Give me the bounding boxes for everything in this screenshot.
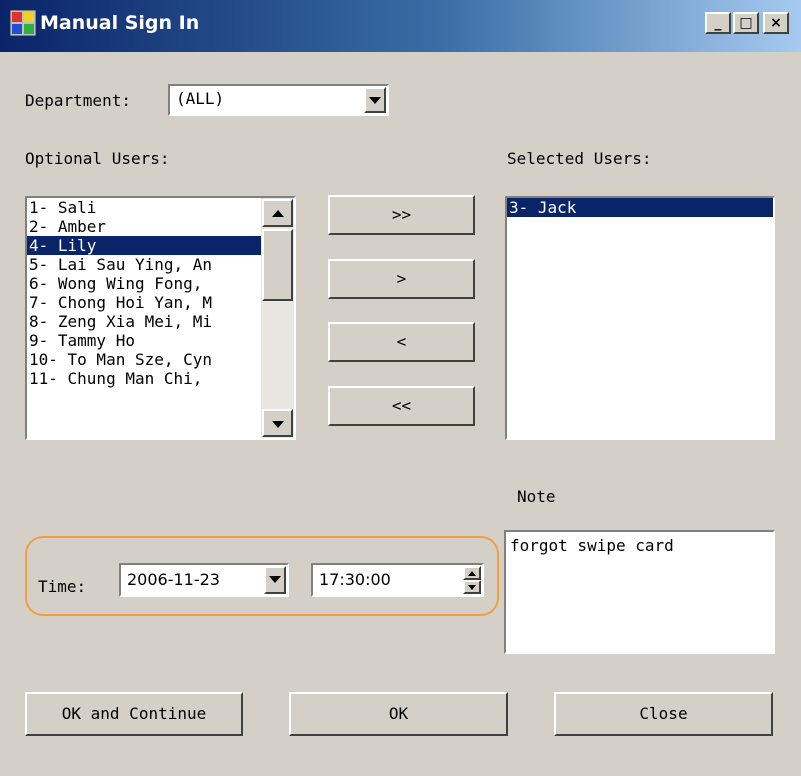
close-window-button[interactable]: × [763, 12, 789, 34]
scroll-down-button[interactable] [262, 409, 293, 437]
remove-button[interactable]: < [328, 322, 475, 362]
title-bar[interactable]: Manual Sign In _ □ × [0, 0, 801, 52]
maximize-button[interactable]: □ [733, 12, 759, 34]
department-label: Department: [25, 91, 131, 110]
minimize-icon: _ [714, 15, 722, 31]
list-item[interactable]: 5- Lai Sau Ying, An [27, 255, 261, 274]
list-item[interactable]: 10- To Man Sze, Cyn [27, 350, 261, 369]
list-item[interactable]: 6- Wong Wing Fong, [27, 274, 261, 293]
list-item[interactable]: 11- Chung Man Chi, [27, 369, 261, 388]
list-item[interactable]: 8- Zeng Xia Mei, Mi [27, 312, 261, 331]
department-dropdown[interactable]: (ALL) [168, 84, 389, 116]
scroll-thumb[interactable] [262, 229, 293, 301]
time-value: 17:30:00 [319, 570, 391, 589]
remove-label: < [396, 332, 407, 351]
date-picker[interactable]: 2006-11-23 [119, 563, 289, 597]
selected-users-items: 3- Jack [507, 198, 773, 217]
add-all-button[interactable]: >> [328, 195, 475, 235]
maximize-icon: □ [739, 15, 753, 31]
spin-down-icon [468, 585, 476, 590]
close-label: Close [639, 704, 688, 723]
scroll-up-button[interactable] [262, 199, 293, 227]
ok-and-continue-button[interactable]: OK and Continue [25, 692, 243, 736]
chevron-down-icon [272, 421, 284, 428]
chevron-down-icon [269, 576, 281, 583]
date-value: 2006-11-23 [127, 570, 220, 589]
ok-and-continue-label: OK and Continue [61, 704, 207, 723]
spin-up-icon [468, 571, 476, 576]
add-label: > [396, 269, 407, 288]
department-dropdown-button[interactable] [364, 87, 386, 113]
chevron-down-icon [369, 97, 381, 104]
time-decrement-button[interactable] [463, 580, 481, 594]
time-spinner[interactable]: 17:30:00 [311, 563, 484, 597]
ok-button[interactable]: OK [289, 692, 508, 736]
department-value: (ALL) [176, 89, 225, 108]
manual-sign-in-window: Manual Sign In _ □ × Department: (ALL) O… [0, 0, 801, 776]
optional-users-items: 1- Sali 2- Amber 4- Lily 5- Lai Sau Ying, A… [27, 198, 261, 388]
remove-all-label: << [391, 396, 412, 415]
time-increment-button[interactable] [463, 566, 481, 580]
note-label: Note [517, 487, 556, 506]
note-text: forgot swipe card [510, 536, 674, 555]
chevron-up-icon [272, 210, 284, 217]
minimize-button[interactable]: _ [705, 12, 731, 34]
close-button[interactable]: Close [554, 692, 773, 736]
date-dropdown-button[interactable] [264, 566, 286, 594]
list-item[interactable]: 7- Chong Hoi Yan, M [27, 293, 261, 312]
list-item[interactable]: 4- Lily [27, 236, 261, 255]
app-icon [9, 9, 37, 37]
add-button[interactable]: > [328, 259, 475, 299]
note-textarea[interactable]: forgot swipe card [504, 530, 775, 654]
selected-users-list[interactable]: 3- Jack [505, 196, 775, 440]
close-icon: × [770, 15, 782, 31]
list-item[interactable]: 1- Sali [27, 198, 261, 217]
add-all-label: >> [391, 205, 412, 224]
optional-users-label: Optional Users: [25, 149, 170, 168]
list-item[interactable]: 3- Jack [507, 198, 773, 217]
time-label: Time: [38, 577, 87, 596]
list-item[interactable]: 2- Amber [27, 217, 261, 236]
window-title: Manual Sign In [40, 12, 200, 34]
selected-users-label: Selected Users: [507, 149, 652, 168]
optional-users-list[interactable]: 1- Sali 2- Amber 4- Lily 5- Lai Sau Ying, A… [25, 196, 296, 440]
remove-all-button[interactable]: << [328, 386, 475, 426]
list-item[interactable]: 9- Tammy Ho [27, 331, 261, 350]
ok-label: OK [388, 704, 409, 723]
optional-users-scrollbar[interactable] [261, 198, 294, 438]
